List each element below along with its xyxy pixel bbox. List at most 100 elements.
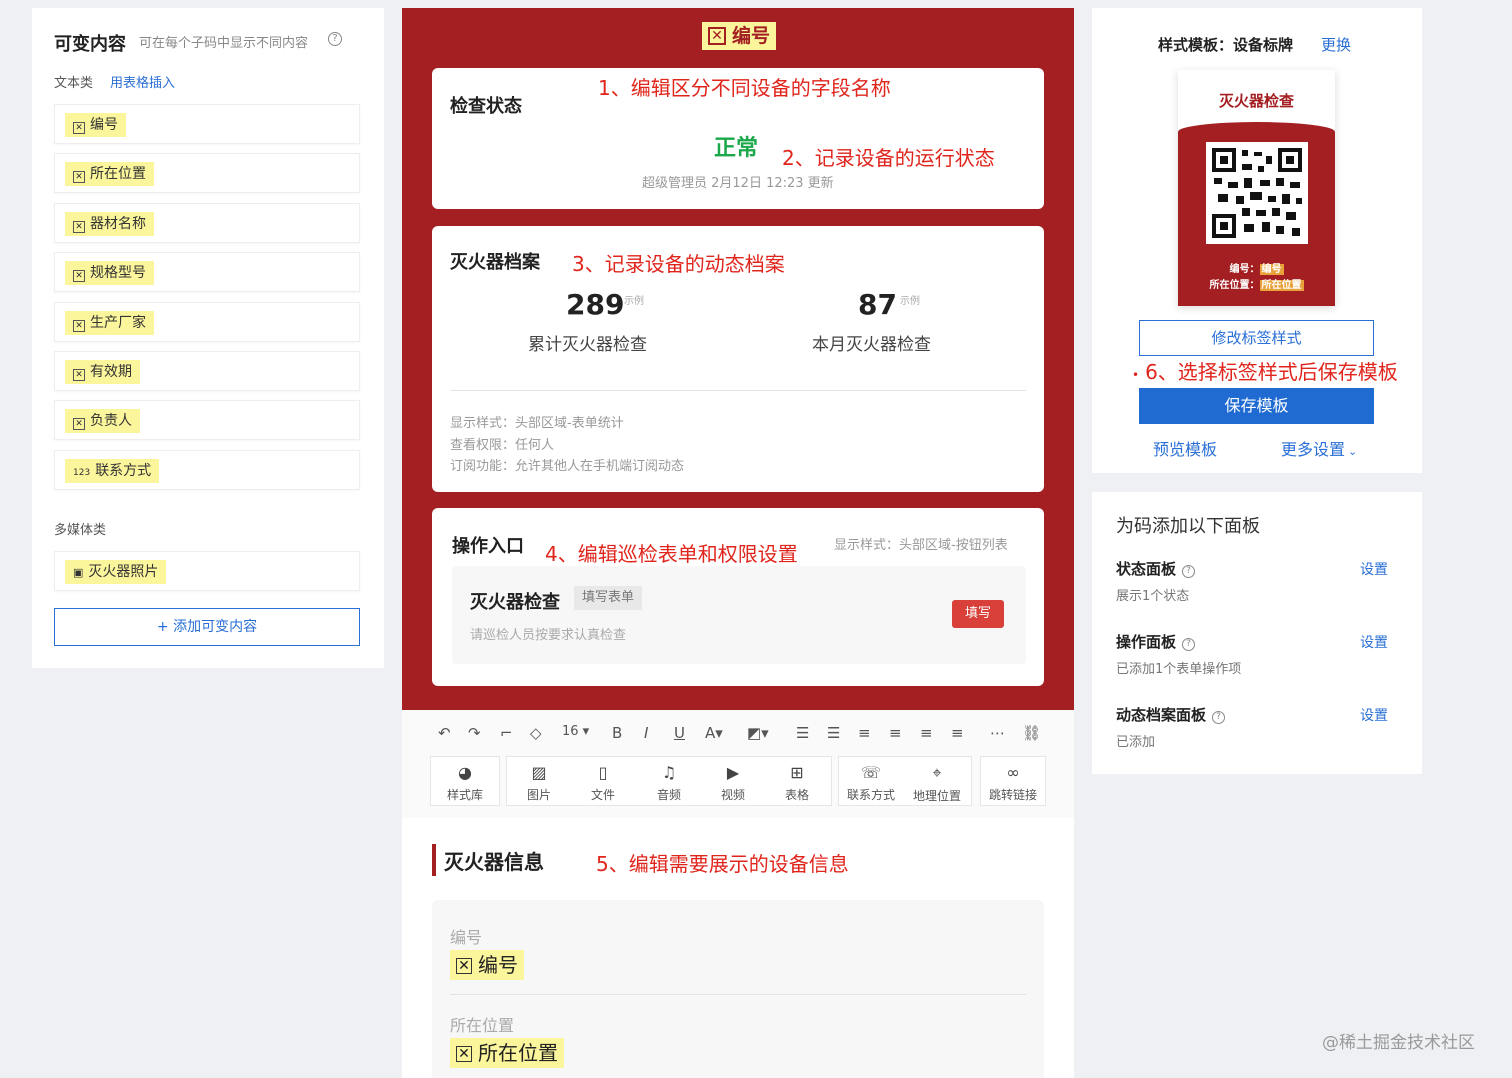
text-field-icon: ✕ [708, 27, 726, 45]
tool-group-link: ∞ 跳转链接 [980, 756, 1046, 806]
header-id-chip[interactable]: ✕ 编号 [702, 22, 777, 50]
tool-jump-link[interactable]: ∞ 跳转链接 [983, 757, 1043, 807]
highlight-icon[interactable]: ◩▾ [747, 724, 769, 742]
annotation-6-text: 6、选择标签样式后保存模板 [1145, 360, 1398, 384]
annotation-2: 2、记录设备的运行状态 [782, 146, 995, 170]
help-icon[interactable]: ? [1182, 565, 1196, 578]
var-item-contact[interactable]: 123 联系方式 [54, 450, 360, 490]
archive-card[interactable]: 灭火器档案 3、记录设备的动态档案 289 示例 累计灭火器检查 87 示例 本… [432, 226, 1044, 492]
field-value-chip[interactable]: ✕ 所在位置 [450, 1038, 564, 1068]
tool-label: 音频 [656, 788, 681, 802]
font-size-select[interactable]: 16 ▾ [562, 724, 589, 739]
var-item-label: 编号 [90, 117, 118, 133]
align-right-icon[interactable]: ≡ [920, 724, 933, 742]
tag-title: 灭火器检查 [1218, 92, 1294, 110]
tool-audio[interactable]: ♫ 音频 [639, 757, 699, 807]
tool-contact[interactable]: ☏ 联系方式 [841, 757, 901, 807]
text-field-icon: ✕ [456, 1046, 472, 1062]
justify-icon[interactable]: ≡ [951, 724, 964, 742]
tag-line-value: 编号 [1259, 264, 1284, 275]
help-icon[interactable]: ? [1212, 711, 1226, 724]
add-panels-title: 为码添加以下面板 [1116, 516, 1260, 537]
insert-from-table-link[interactable]: 用表格插入 [110, 72, 175, 91]
tool-label: 表格 [784, 788, 809, 802]
align-center-icon[interactable]: ≡ [889, 724, 902, 742]
var-item-id[interactable]: ✕ 编号 [54, 104, 360, 144]
bullet-list-icon[interactable]: ☰ [827, 724, 840, 742]
status-panel-settings-link[interactable]: 设置 [1360, 559, 1388, 579]
var-item-model[interactable]: ✕ 规格型号 [54, 252, 360, 292]
var-item-owner[interactable]: ✕ 负责人 [54, 400, 360, 440]
image-icon: ▨ [531, 763, 547, 782]
var-item-equipment-name[interactable]: ✕ 器材名称 [54, 203, 360, 243]
bold-icon[interactable]: B [612, 724, 622, 742]
save-template-button[interactable]: 保存模板 [1139, 388, 1374, 424]
preview-template-link[interactable]: 预览模板 [1153, 436, 1217, 460]
text-field-icon: ✕ [73, 122, 85, 134]
var-item-expiry[interactable]: ✕ 有效期 [54, 351, 360, 391]
font-color-icon[interactable]: A▾ [705, 724, 723, 742]
location-pin-icon: ⌖ [932, 763, 942, 782]
eraser-icon[interactable]: ◇ [530, 724, 542, 742]
archive-panel-desc: 已添加 [1116, 735, 1156, 750]
tool-label: 地理位置 [912, 789, 961, 803]
modify-tag-style-button[interactable]: 修改标签样式 [1139, 320, 1374, 356]
status-value: 正常 [714, 136, 759, 161]
var-item-label: 生产厂家 [90, 315, 146, 331]
info-fields[interactable]: 编号 ✕ 编号 所在位置 ✕ 所在位置 [432, 900, 1044, 1078]
field-value: 所在位置 [478, 1041, 558, 1065]
underline-icon[interactable]: U [674, 724, 685, 742]
change-template-link[interactable]: 更换 [1321, 34, 1351, 55]
media-section-label: 多媒体类 [54, 523, 107, 538]
tool-style-library[interactable]: ◕ 样式库 [435, 757, 495, 807]
font-size-value: 16 [562, 724, 579, 739]
ordered-list-icon[interactable]: ☰ [796, 724, 809, 742]
undo-icon[interactable]: ↶ [438, 724, 451, 742]
template-title: 样式模板：设备标牌 [1158, 36, 1294, 54]
italic-icon[interactable]: I [644, 724, 648, 742]
tag-preview[interactable]: 灭火器检查 编号： 编号 所在位置： 所在位置 [1178, 70, 1335, 306]
link-icon: ∞ [1006, 763, 1020, 782]
archive-panel-settings-link[interactable]: 设置 [1360, 705, 1388, 725]
divider-icon[interactable]: ⋯ [990, 724, 1005, 742]
action-panel-desc: 已添加1个表单操作项 [1116, 662, 1242, 677]
tool-image[interactable]: ▨ 图片 [509, 757, 569, 807]
action-card-title: 操作入口 [452, 536, 524, 557]
add-variable-button[interactable]: + 添加可变内容 [54, 608, 360, 646]
tool-location[interactable]: ⌖ 地理位置 [907, 757, 967, 807]
format-painter-icon[interactable]: ⌐ [500, 724, 513, 742]
status-card[interactable]: 检查状态 1、编辑区分不同设备的字段名称 正常 2、记录设备的运行状态 超级管理… [432, 68, 1044, 209]
action-panel-settings-link[interactable]: 设置 [1360, 632, 1388, 652]
panel-name: 动态档案面板 [1116, 706, 1207, 724]
align-left-icon[interactable]: ≡ [858, 724, 871, 742]
field-label: 编号 [450, 928, 483, 947]
tool-label: 图片 [526, 788, 551, 802]
tool-file[interactable]: ▯ 文件 [573, 757, 633, 807]
stat-total-tag: 示例 [624, 296, 644, 307]
text-field-icon: ✕ [73, 171, 85, 183]
text-field-icon: ✕ [73, 270, 85, 282]
archive-panel-title: 动态档案面板? [1116, 704, 1226, 725]
var-item-location[interactable]: ✕ 所在位置 [54, 153, 360, 193]
redo-icon[interactable]: ↷ [468, 724, 481, 742]
header-area: ✕ 编号 检查状态 1、编辑区分不同设备的字段名称 正常 2、记录设备的运行状态 … [402, 8, 1074, 710]
var-item-photo[interactable]: ▣ 灭火器照片 [54, 551, 360, 591]
fill-button[interactable]: 填写 [952, 600, 1004, 628]
field-value-chip[interactable]: ✕ 编号 [450, 950, 524, 980]
annotation-1: 1、编辑区分不同设备的字段名称 [598, 76, 891, 100]
archive-style-line: 显示样式：头部区域-表单统计 [450, 416, 624, 431]
form-name: 灭火器检查 [470, 592, 560, 613]
tool-video[interactable]: ▶ 视频 [703, 757, 763, 807]
help-icon[interactable]: ? [328, 32, 342, 46]
more-settings-label: 更多设置 [1281, 440, 1346, 459]
form-entry[interactable]: 灭火器检查 填写表单 请巡检人员按要求认真检查 填写 [452, 566, 1026, 664]
stat-total-value: 289 [566, 288, 625, 321]
tool-table[interactable]: ⊞ 表格 [767, 757, 827, 807]
text-section-label: 文本类 [54, 76, 94, 91]
help-icon[interactable]: ? [1182, 638, 1196, 651]
var-item-manufacturer[interactable]: ✕ 生产厂家 [54, 302, 360, 342]
more-settings-link[interactable]: 更多设置 ⌄ [1281, 436, 1357, 460]
file-icon: ▯ [598, 763, 608, 782]
action-card[interactable]: 操作入口 4、编辑巡检表单和权限设置 显示样式：头部区域-按钮列表 灭火器检查 … [432, 508, 1044, 686]
link-icon[interactable]: ⛓ [1022, 724, 1041, 742]
